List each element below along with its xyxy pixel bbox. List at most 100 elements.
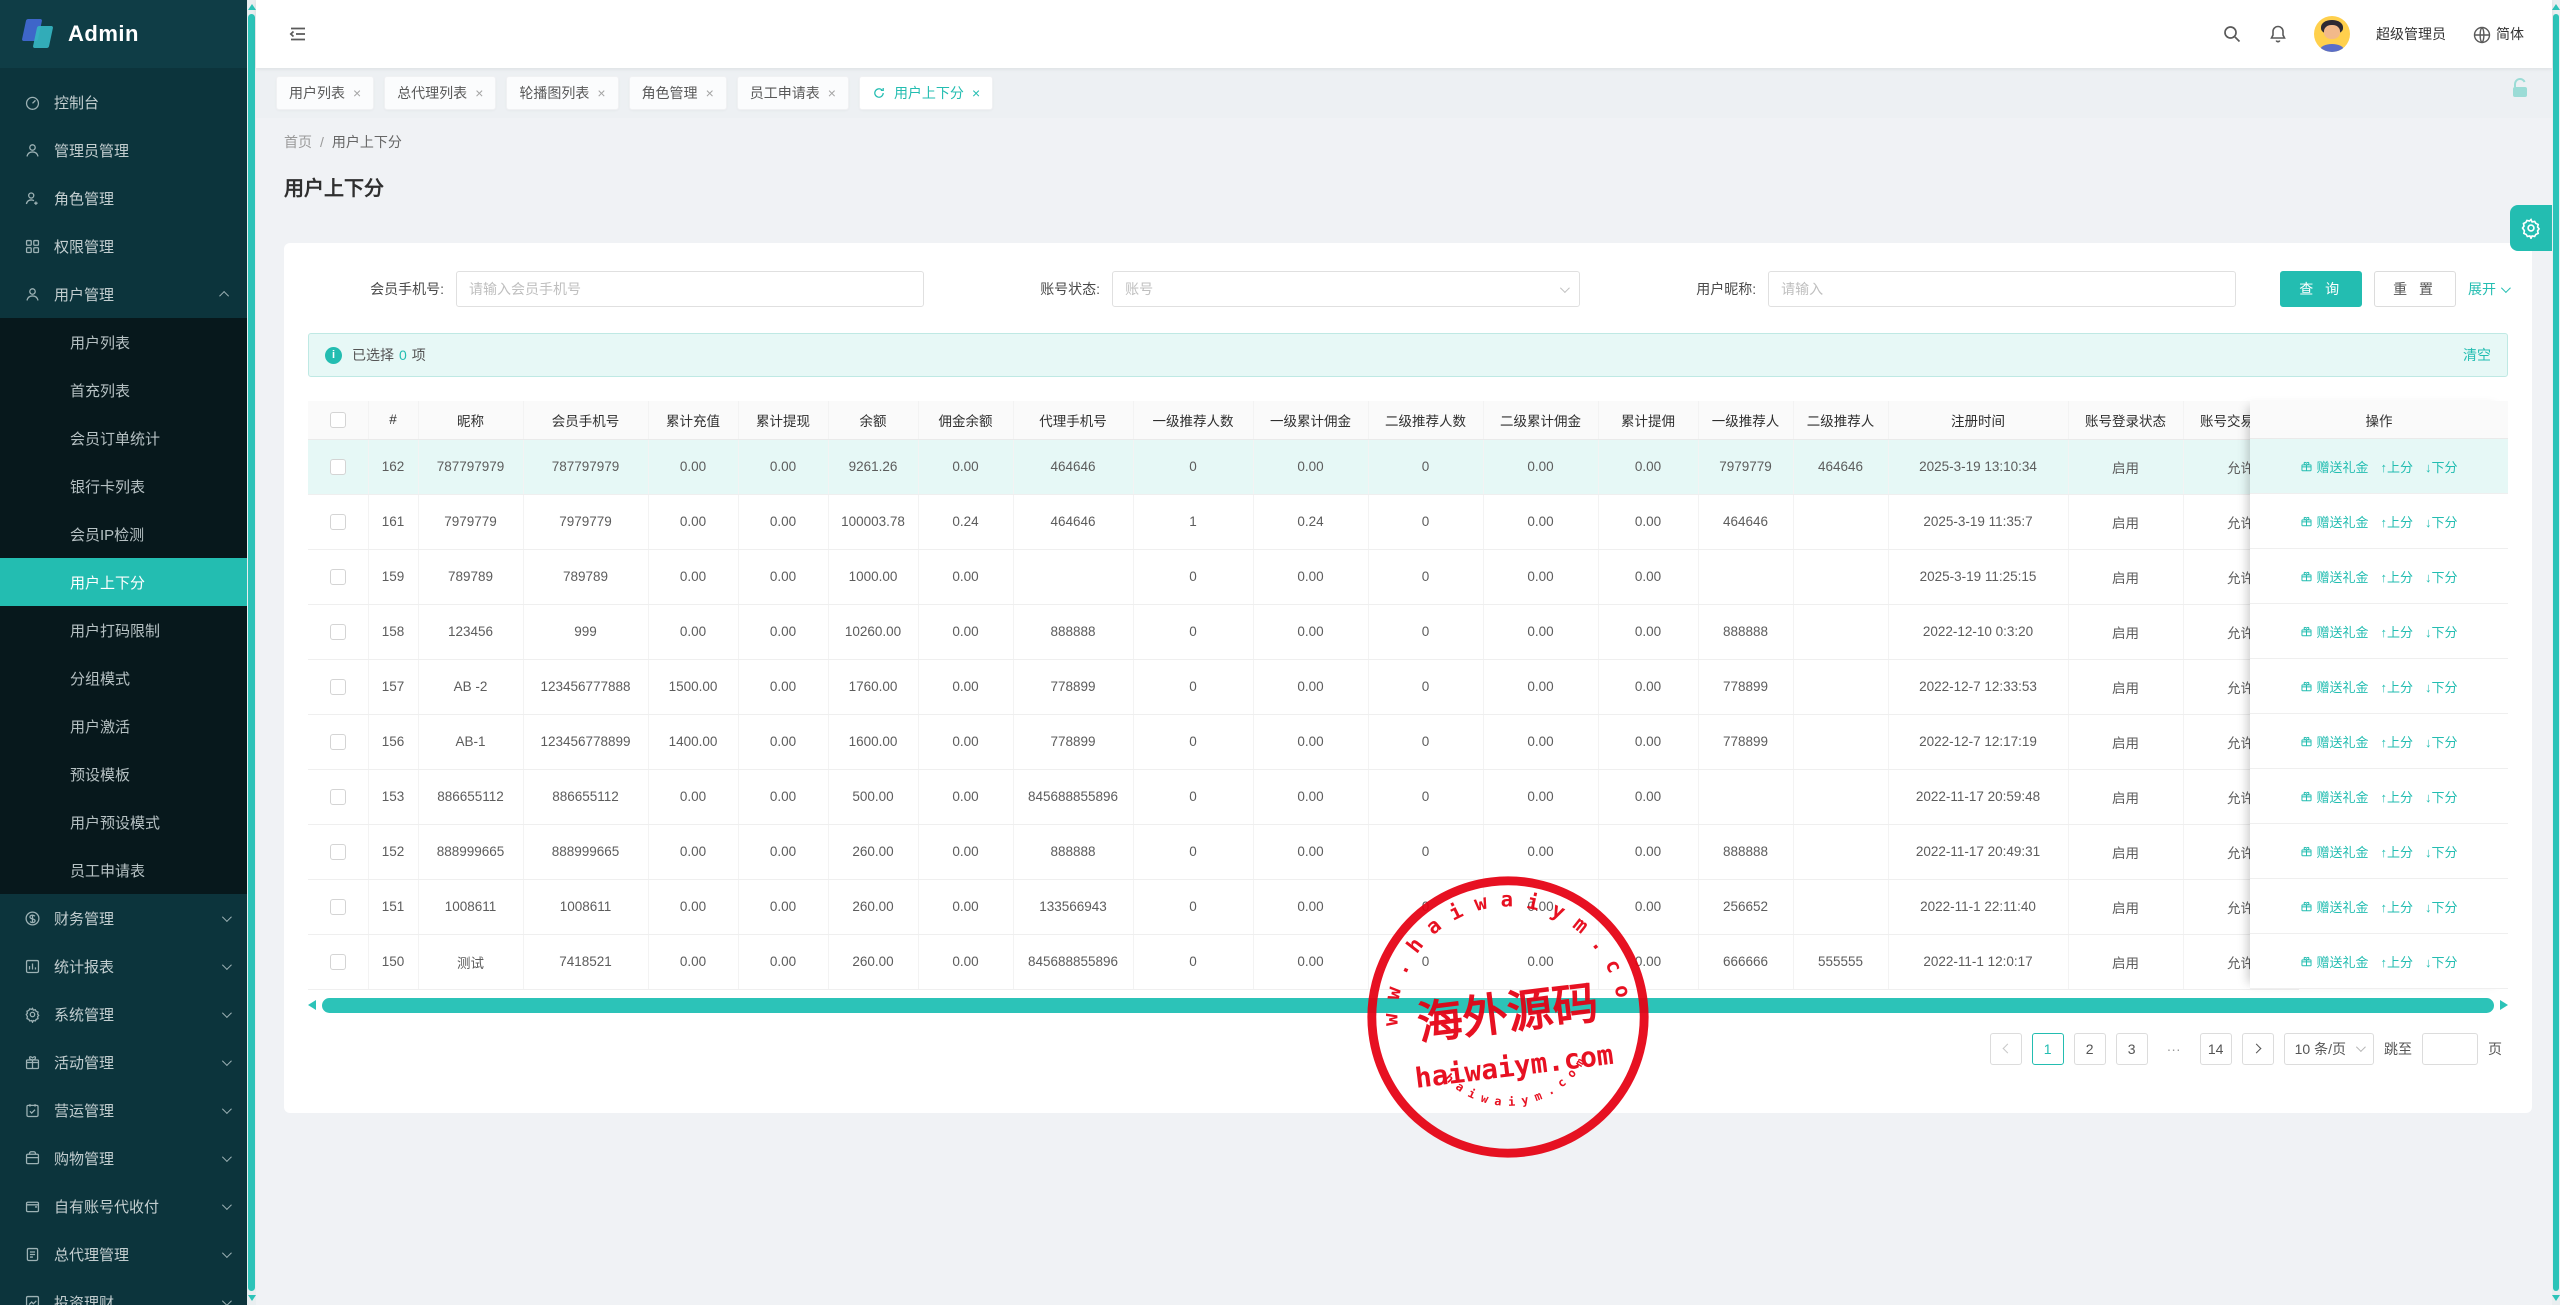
tab-2[interactable]: 轮播图列表 × — [506, 76, 619, 110]
deduct-points-link[interactable]: ↓下分 — [2425, 787, 2458, 806]
deduct-points-link[interactable]: ↓下分 — [2425, 897, 2458, 916]
scroll-down-arrow-icon[interactable] — [247, 1295, 256, 1301]
column-header[interactable]: 二级累计佣金 — [1483, 401, 1599, 440]
column-header[interactable]: 累计提佣 — [1598, 401, 1699, 440]
deduct-points-link[interactable]: ↓下分 — [2425, 842, 2458, 861]
page-button-2[interactable]: 2 — [2073, 1032, 2106, 1065]
sidebar-item-13[interactable]: 投资理财 — [0, 1278, 247, 1305]
member-phone-input[interactable] — [469, 281, 912, 297]
submenu-item-4[interactable]: 会员IP检测 — [0, 510, 247, 558]
horizontal-scrollbar[interactable] — [308, 997, 2508, 1013]
row-checkbox[interactable] — [329, 513, 346, 530]
sidebar-item-7[interactable]: 系统管理 — [0, 990, 247, 1038]
column-header[interactable]: # — [368, 401, 419, 440]
add-points-link[interactable]: ↑上分 — [2380, 842, 2413, 861]
row-checkbox[interactable] — [329, 678, 346, 695]
sidebar-scrollbar[interactable] — [247, 0, 256, 1305]
column-header[interactable]: 账号登录状态 — [2068, 401, 2184, 440]
clear-selection-button[interactable]: 清空 — [2463, 345, 2491, 365]
add-points-link[interactable]: ↑上分 — [2380, 897, 2413, 916]
close-icon[interactable]: × — [706, 86, 714, 100]
row-checkbox[interactable] — [329, 623, 346, 640]
sidebar-item-6[interactable]: 统计报表 — [0, 942, 247, 990]
add-points-link[interactable]: ↑上分 — [2380, 787, 2413, 806]
add-points-link[interactable]: ↑上分 — [2380, 512, 2413, 531]
submenu-item-2[interactable]: 会员订单统计 — [0, 414, 247, 462]
horizontal-scrollbar-thumb[interactable] — [322, 997, 2494, 1013]
submenu-item-8[interactable]: 用户激活 — [0, 702, 247, 750]
settings-drawer-button[interactable] — [2510, 205, 2552, 251]
gift-bonus-link[interactable]: 赠送礼金 — [2300, 732, 2368, 751]
nickname-input[interactable] — [1781, 281, 2224, 297]
lock-open-icon[interactable] — [2508, 77, 2532, 101]
language-switcher[interactable]: 简体 — [2472, 24, 2524, 44]
row-checkbox[interactable] — [329, 458, 346, 475]
row-checkbox[interactable] — [329, 733, 346, 750]
page-button-1[interactable]: 1 — [2031, 1032, 2064, 1065]
column-header[interactable]: 二级推荐人 — [1793, 401, 1889, 440]
reset-button[interactable]: 重 置 — [2374, 271, 2457, 307]
column-header[interactable]: 余额 — [828, 401, 919, 440]
deduct-points-link[interactable]: ↓下分 — [2425, 677, 2458, 696]
submenu-item-7[interactable]: 分组模式 — [0, 654, 247, 702]
column-header[interactable]: 代理手机号 — [1013, 401, 1134, 440]
gift-bonus-link[interactable]: 赠送礼金 — [2300, 512, 2368, 531]
next-page-button[interactable] — [2241, 1032, 2274, 1065]
sidebar-item-1[interactable]: 管理员管理 — [0, 126, 247, 174]
scroll-up-arrow-icon[interactable] — [247, 4, 256, 10]
close-icon[interactable]: × — [972, 86, 980, 100]
deduct-points-link[interactable]: ↓下分 — [2425, 622, 2458, 641]
gift-bonus-link[interactable]: 赠送礼金 — [2300, 897, 2368, 916]
row-checkbox[interactable] — [329, 568, 346, 585]
submenu-item-11[interactable]: 员工申请表 — [0, 846, 247, 894]
close-icon[interactable]: × — [353, 86, 361, 100]
search-icon[interactable] — [2222, 24, 2242, 44]
close-icon[interactable]: × — [475, 86, 483, 100]
column-header[interactable]: 累计提现 — [738, 401, 829, 440]
column-header[interactable]: 佣金余额 — [918, 401, 1014, 440]
expand-button[interactable]: 展开 — [2468, 279, 2511, 299]
gift-bonus-link[interactable]: 赠送礼金 — [2300, 457, 2368, 476]
close-icon[interactable]: × — [597, 86, 605, 100]
submenu-item-3[interactable]: 银行卡列表 — [0, 462, 247, 510]
sidebar-item-2[interactable]: 角色管理 — [0, 174, 247, 222]
sidebar-item-3[interactable]: 权限管理 — [0, 222, 247, 270]
scroll-down-arrow-icon[interactable] — [2552, 1295, 2560, 1301]
tab-5[interactable]: 用户上下分 × — [858, 76, 994, 110]
page-button-3[interactable]: 3 — [2115, 1032, 2148, 1065]
submenu-item-10[interactable]: 用户预设模式 — [0, 798, 247, 846]
sidebar-item-8[interactable]: 活动管理 — [0, 1038, 247, 1086]
app-logo[interactable]: Admin — [0, 0, 247, 68]
current-user-name[interactable]: 超级管理员 — [2376, 24, 2446, 44]
close-icon[interactable]: × — [828, 86, 836, 100]
gift-bonus-link[interactable]: 赠送礼金 — [2300, 567, 2368, 586]
account-status-select[interactable]: 账号 — [1112, 271, 1581, 307]
column-header[interactable]: 昵称 — [418, 401, 524, 440]
sidebar-item-9[interactable]: 营运管理 — [0, 1086, 247, 1134]
add-points-link[interactable]: ↑上分 — [2380, 622, 2413, 641]
refresh-icon[interactable] — [872, 86, 886, 100]
sidebar-item-0[interactable]: 控制台 — [0, 78, 247, 126]
breadcrumb-home[interactable]: 首页 — [284, 132, 312, 152]
sidebar-item-5[interactable]: 财务管理 — [0, 894, 247, 942]
tab-3[interactable]: 角色管理 × — [628, 76, 727, 110]
tab-1[interactable]: 总代理列表 × — [384, 76, 497, 110]
gift-bonus-link[interactable]: 赠送礼金 — [2300, 842, 2368, 861]
add-points-link[interactable]: ↑上分 — [2380, 567, 2413, 586]
prev-page-button[interactable] — [1989, 1032, 2022, 1065]
submenu-item-9[interactable]: 预设模板 — [0, 750, 247, 798]
column-header[interactable]: 会员手机号 — [523, 401, 649, 440]
sidebar-collapse-icon[interactable] — [288, 24, 308, 44]
gift-bonus-link[interactable]: 赠送礼金 — [2300, 677, 2368, 696]
page-scrollbar[interactable] — [2552, 0, 2560, 1305]
scroll-right-arrow-icon[interactable] — [2500, 1000, 2508, 1010]
row-checkbox[interactable] — [329, 788, 346, 805]
scroll-up-arrow-icon[interactable] — [2552, 4, 2560, 10]
add-points-link[interactable]: ↑上分 — [2380, 677, 2413, 696]
tab-4[interactable]: 员工申请表 × — [736, 76, 849, 110]
row-checkbox[interactable] — [329, 898, 346, 915]
row-checkbox[interactable] — [329, 953, 346, 970]
deduct-points-link[interactable]: ↓下分 — [2425, 732, 2458, 751]
deduct-points-link[interactable]: ↓下分 — [2425, 952, 2458, 971]
sidebar-item-10[interactable]: 购物管理 — [0, 1134, 247, 1182]
